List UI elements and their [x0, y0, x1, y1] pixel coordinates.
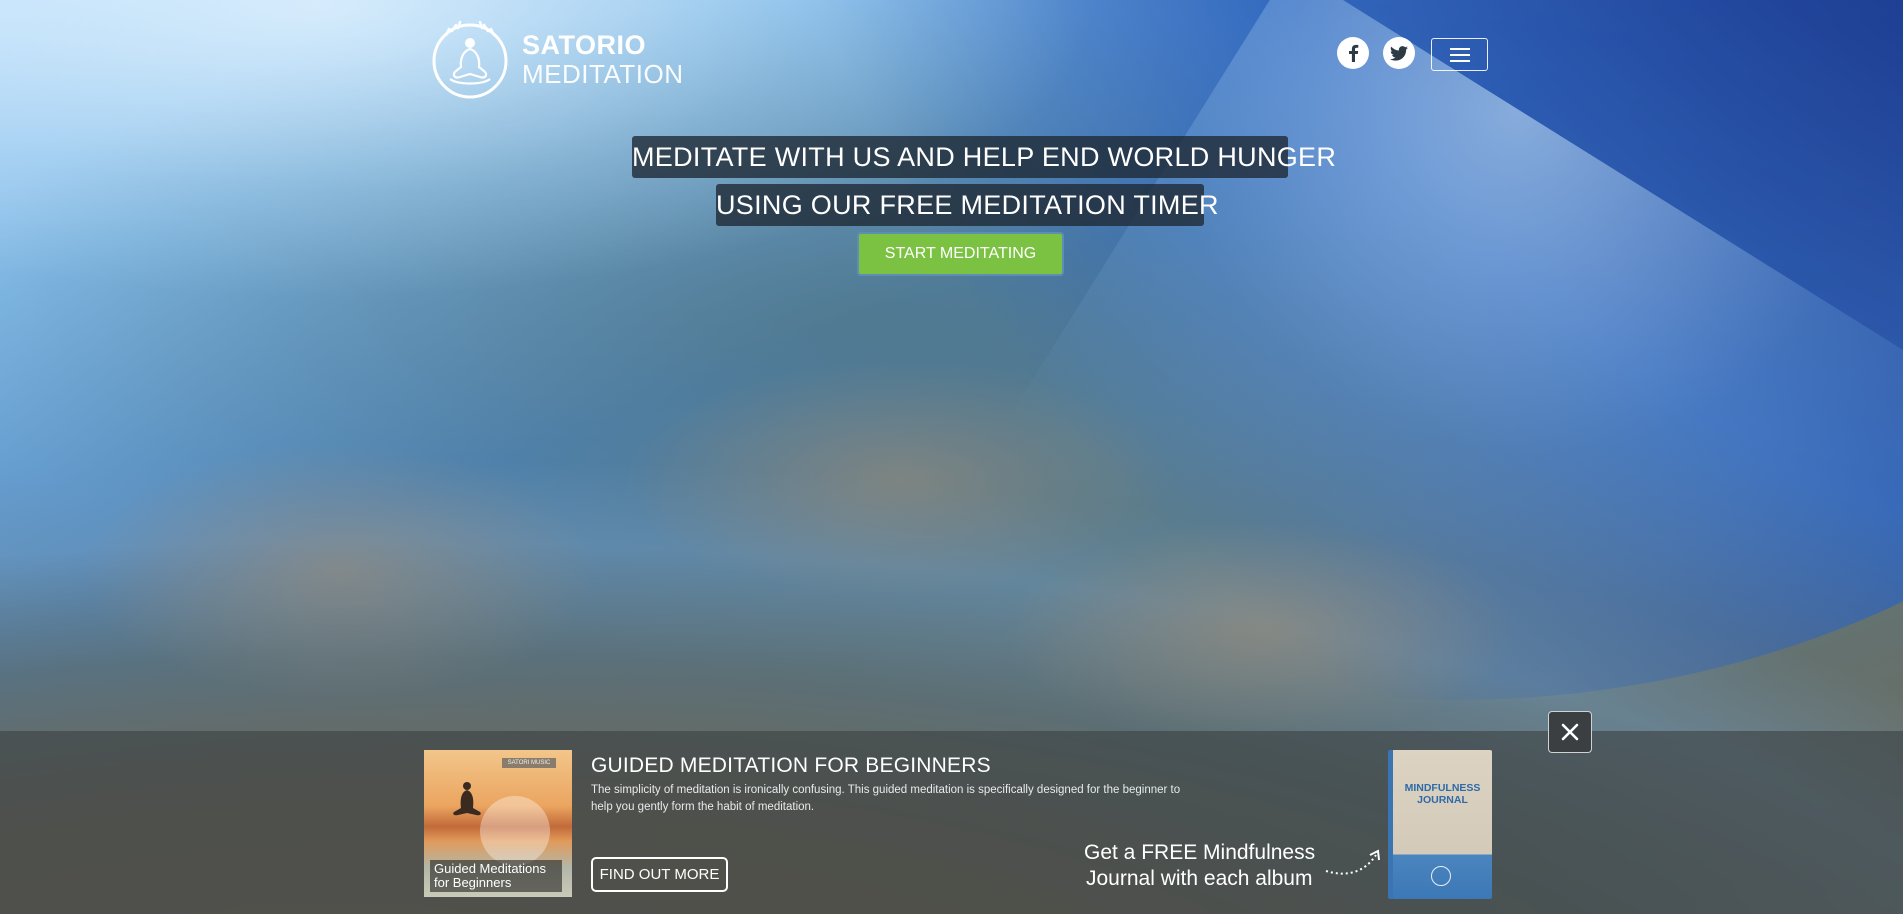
journal-seal-icon: [1431, 866, 1451, 886]
offer-line-1: Get a FREE Mindfulness: [1084, 841, 1316, 864]
hamburger-icon: [1449, 47, 1470, 63]
menu-button[interactable]: [1431, 38, 1488, 71]
offer-line-2: Journal with each album: [1086, 867, 1313, 890]
find-out-more-button[interactable]: FIND OUT MORE: [591, 857, 728, 892]
hero-headline-2: USING OUR FREE MEDITATION TIMER: [716, 184, 1219, 226]
dotted-arrow-icon: [1325, 849, 1380, 875]
album-badge: SATORI MUSIC: [502, 758, 556, 768]
promo-description: The simplicity of meditation is ironical…: [591, 784, 1181, 813]
twitter-icon: [1390, 45, 1408, 61]
journal-title: MINDFULNESS JOURNAL: [1404, 782, 1481, 806]
logo-subtitle: MEDITATION: [522, 58, 684, 89]
twitter-button[interactable]: [1383, 37, 1415, 69]
close-icon: [1561, 723, 1579, 741]
social-links: [1337, 37, 1415, 69]
meditating-person-icon: [453, 782, 481, 816]
mountain-ridge: [1000, 520, 1520, 740]
hero-headline-1: MEDITATE WITH US AND HELP END WORLD HUNG…: [632, 136, 1336, 178]
facebook-button[interactable]: [1337, 37, 1369, 69]
facebook-icon: [1349, 44, 1359, 62]
promo-title: GUIDED MEDITATION FOR BEGINNERS: [591, 754, 991, 777]
mindfulness-journal-image[interactable]: MINDFULNESS JOURNAL: [1388, 750, 1492, 899]
logo-title: SATORIO: [522, 29, 647, 60]
site-header: SATORIO MEDITATION: [0, 0, 1903, 110]
album-caption: Guided Meditations for Beginners: [430, 860, 562, 892]
meditator-logo-icon: [432, 20, 508, 99]
album-cover[interactable]: SATORI MUSIC Guided Meditations for Begi…: [424, 750, 572, 897]
album-sun: [480, 796, 550, 866]
close-promo-button[interactable]: [1548, 711, 1592, 753]
mountain-ridge: [80, 440, 600, 700]
start-meditating-button[interactable]: START MEDITATING: [857, 232, 1064, 276]
site-logo[interactable]: SATORIO MEDITATION: [430, 18, 683, 100]
free-journal-offer: Get a FREE Mindfulness Journal with each…: [1084, 840, 1315, 892]
